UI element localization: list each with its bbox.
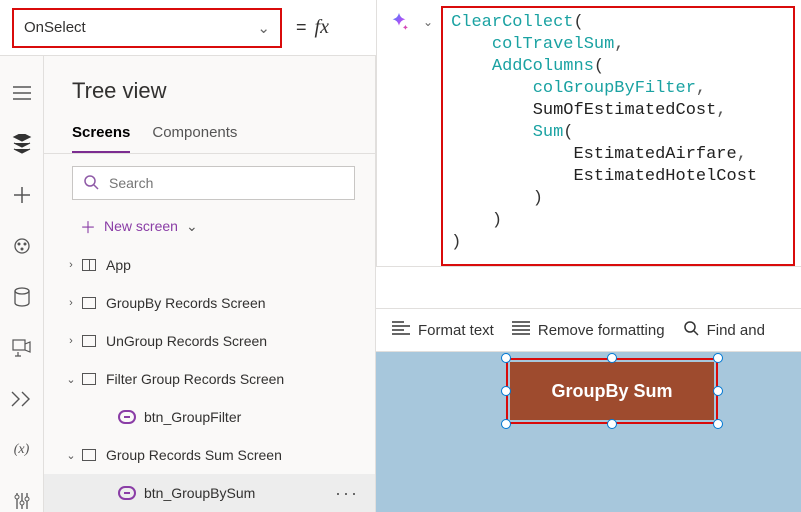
selected-control[interactable]: GroupBy Sum	[506, 358, 718, 424]
resize-handle[interactable]	[713, 353, 723, 363]
tree-list: › App › GroupBy Records Screen › UnGroup Reco…	[44, 246, 375, 512]
tree-view-panel: Tree view Screens Components ＋ New scree…	[44, 56, 376, 512]
expander-icon[interactable]: ›	[62, 297, 80, 309]
remove-formatting-icon	[512, 321, 530, 339]
new-screen-button[interactable]: ＋ New screen ⌄	[44, 208, 375, 246]
expander-icon[interactable]: ›	[62, 335, 80, 347]
chevron-down-icon: ⌄	[186, 218, 198, 235]
property-dropdown-value: OnSelect	[24, 19, 86, 36]
plus-icon: ＋	[80, 214, 96, 238]
app-icon	[80, 259, 98, 271]
left-rail: (x)	[0, 56, 44, 512]
data-icon[interactable]	[10, 286, 34, 307]
resize-handle[interactable]	[501, 353, 511, 363]
tab-components[interactable]: Components	[152, 118, 237, 153]
find-label: Find and	[707, 322, 765, 339]
tree-node-label: UnGroup Records Screen	[106, 333, 365, 349]
tab-screens[interactable]: Screens	[72, 118, 130, 153]
tree-node-label: Group Records Sum Screen	[106, 447, 365, 463]
search-input[interactable]	[109, 175, 344, 191]
equals-sign: =	[296, 17, 307, 38]
copilot-chevron-icon[interactable]: ⌄	[423, 6, 433, 29]
expander-icon[interactable]: ›	[62, 259, 80, 271]
hamburger-icon[interactable]	[10, 82, 34, 103]
tree-node-label: btn_GroupBySum	[144, 485, 329, 501]
variables-icon[interactable]: (x)	[10, 440, 34, 461]
flows-icon[interactable]	[10, 389, 34, 410]
formula-bar[interactable]: ClearCollect( colTravelSum, AddColumns( …	[441, 6, 795, 266]
screen-icon	[80, 449, 98, 461]
tree-node-screen[interactable]: › GroupBy Records Screen	[44, 284, 375, 322]
tree-view-icon[interactable]	[10, 133, 34, 154]
resize-handle[interactable]	[607, 419, 617, 429]
tree-node-label: btn_GroupFilter	[144, 409, 365, 425]
tree-node-app[interactable]: › App	[44, 246, 375, 284]
new-screen-label: New screen	[104, 218, 178, 234]
search-box[interactable]	[72, 166, 355, 200]
resize-handle[interactable]	[607, 353, 617, 363]
remove-formatting-button[interactable]: Remove formatting	[512, 321, 665, 339]
format-text-button[interactable]: Format text	[392, 321, 494, 339]
remove-formatting-label: Remove formatting	[538, 322, 665, 339]
more-options-icon[interactable]: ···	[329, 483, 365, 504]
fx-icon: fx	[315, 16, 329, 39]
tree-node-screen[interactable]: ⌄ Filter Group Records Screen	[44, 360, 375, 398]
tree-view-title: Tree view	[44, 78, 375, 118]
formula-format-toolbar: Format text Remove formatting Find and	[376, 308, 801, 352]
tree-node-label: Filter Group Records Screen	[106, 371, 365, 387]
tree-node-control[interactable]: btn_GroupBySum···	[44, 474, 375, 512]
tree-node-control[interactable]: btn_GroupFilter	[44, 398, 375, 436]
tree-node-screen[interactable]: › UnGroup Records Screen	[44, 322, 375, 360]
format-text-label: Format text	[418, 322, 494, 339]
search-icon	[83, 174, 99, 193]
tools-icon[interactable]	[10, 491, 34, 512]
tree-node-screen[interactable]: ⌄ Group Records Sum Screen	[44, 436, 375, 474]
selection-outline	[506, 358, 718, 424]
find-button[interactable]: Find and	[683, 320, 765, 340]
screen-icon	[80, 373, 98, 385]
canvas-area[interactable]: GroupBy Sum	[376, 352, 801, 512]
resize-handle[interactable]	[713, 386, 723, 396]
tree-node-label: App	[106, 257, 365, 273]
insert-icon[interactable]	[10, 184, 34, 205]
resize-handle[interactable]	[501, 386, 511, 396]
chevron-down-icon: ⌄	[257, 19, 270, 37]
resize-handle[interactable]	[713, 419, 723, 429]
resize-handle[interactable]	[501, 419, 511, 429]
button-control-icon	[118, 486, 136, 500]
button-control-icon	[118, 410, 136, 424]
copilot-icon[interactable]	[383, 6, 415, 38]
property-dropdown[interactable]: OnSelect ⌄	[12, 8, 282, 48]
screen-icon	[80, 335, 98, 347]
find-icon	[683, 320, 699, 340]
expander-icon[interactable]: ⌄	[62, 449, 80, 462]
theme-icon[interactable]	[10, 235, 34, 256]
media-icon[interactable]	[10, 338, 34, 359]
screen-icon	[80, 297, 98, 309]
format-text-icon	[392, 321, 410, 339]
tree-node-label: GroupBy Records Screen	[106, 295, 365, 311]
expander-icon[interactable]: ⌄	[62, 373, 80, 386]
